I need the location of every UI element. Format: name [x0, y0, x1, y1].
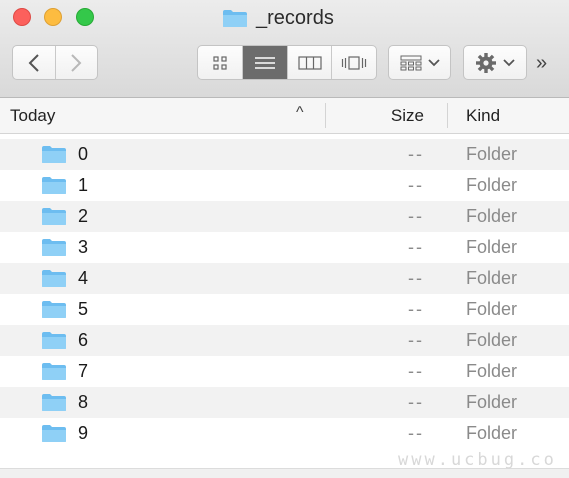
- folder-icon: [42, 394, 66, 411]
- file-kind: Folder: [466, 392, 518, 412]
- file-size: --: [408, 392, 424, 412]
- file-list: 0 -- Folder 1 -- Folder 2 -- Folder 3 -- Folder 4 -- F…: [0, 139, 569, 449]
- file-kind: Folder: [466, 144, 518, 164]
- chevron-left-icon: [28, 53, 39, 72]
- cover-flow-icon: [342, 55, 367, 70]
- finder-window: _records » Today ^ Size Kind 0 -- Folder…: [0, 0, 569, 478]
- action-button[interactable]: [463, 45, 527, 80]
- title-bar: _records »: [0, 0, 569, 98]
- file-kind: Folder: [466, 206, 518, 226]
- file-kind: Folder: [466, 268, 518, 288]
- arrange-button[interactable]: [388, 45, 451, 80]
- file-name: 6: [78, 330, 89, 350]
- file-size: --: [408, 237, 424, 257]
- column-header-kind[interactable]: Kind: [466, 106, 500, 126]
- folder-icon: [42, 177, 66, 194]
- sort-ascending-icon[interactable]: ^: [296, 104, 304, 122]
- folder-icon: [42, 146, 66, 163]
- file-name: 1: [78, 175, 89, 195]
- column-view-button[interactable]: [286, 46, 332, 79]
- list-view-icon: [255, 56, 276, 69]
- zoom-window-button[interactable]: [76, 8, 94, 26]
- column-header: Today ^ Size Kind: [0, 98, 569, 134]
- list-view-button[interactable]: [242, 46, 287, 79]
- file-size: --: [408, 330, 424, 350]
- column-header-name[interactable]: Today: [10, 106, 55, 126]
- column-header-size[interactable]: Size: [330, 106, 424, 126]
- file-size: --: [408, 268, 424, 288]
- window-title-text: _records: [256, 6, 334, 29]
- file-name: 5: [78, 299, 89, 319]
- folder-icon: [223, 9, 247, 27]
- file-row[interactable]: 8 -- Folder: [0, 387, 569, 418]
- file-size: --: [408, 144, 424, 164]
- forward-button[interactable]: [54, 46, 98, 79]
- file-name: 9: [78, 423, 89, 443]
- folder-icon: [42, 363, 66, 380]
- folder-icon: [42, 425, 66, 442]
- folder-icon: [42, 239, 66, 256]
- close-window-button[interactable]: [13, 8, 31, 26]
- file-row[interactable]: 4 -- Folder: [0, 263, 569, 294]
- folder-icon: [42, 332, 66, 349]
- folder-icon: [42, 208, 66, 225]
- file-name: 4: [78, 268, 89, 288]
- navigation-buttons: [12, 45, 98, 80]
- back-button[interactable]: [13, 46, 55, 79]
- file-row[interactable]: 6 -- Folder: [0, 325, 569, 356]
- arrange-grid-icon: [400, 55, 421, 70]
- view-mode-selector: [197, 45, 377, 80]
- gear-icon: [476, 52, 496, 73]
- column-divider[interactable]: [325, 103, 326, 128]
- file-kind: Folder: [466, 361, 518, 381]
- file-name: 3: [78, 237, 89, 257]
- file-size: --: [408, 206, 424, 226]
- file-size: --: [408, 175, 424, 195]
- folder-icon: [42, 301, 66, 318]
- minimize-window-button[interactable]: [44, 8, 62, 26]
- file-row[interactable]: 1 -- Folder: [0, 170, 569, 201]
- file-row[interactable]: 9 -- Folder: [0, 418, 569, 449]
- column-divider[interactable]: [447, 103, 448, 128]
- file-size: --: [408, 361, 424, 381]
- column-view-icon: [298, 55, 322, 70]
- icon-view-button[interactable]: [198, 46, 242, 79]
- file-name: 8: [78, 392, 89, 412]
- chevron-down-icon: [427, 58, 440, 66]
- cover-flow-view-button[interactable]: [331, 46, 376, 79]
- folder-icon: [42, 270, 66, 287]
- chevron-right-icon: [71, 53, 82, 72]
- file-name: 2: [78, 206, 89, 226]
- file-kind: Folder: [466, 175, 518, 195]
- icon-view-icon: [213, 55, 227, 70]
- file-row[interactable]: 0 -- Folder: [0, 139, 569, 170]
- toolbar-overflow-button[interactable]: »: [536, 52, 547, 75]
- file-row[interactable]: 3 -- Folder: [0, 232, 569, 263]
- file-row[interactable]: 7 -- Folder: [0, 356, 569, 387]
- file-name: 0: [78, 144, 89, 164]
- file-size: --: [408, 299, 424, 319]
- file-kind: Folder: [466, 330, 518, 350]
- file-kind: Folder: [466, 423, 518, 443]
- file-size: --: [408, 423, 424, 443]
- file-name: 7: [78, 361, 89, 381]
- file-row[interactable]: 2 -- Folder: [0, 201, 569, 232]
- file-kind: Folder: [466, 237, 518, 257]
- chevron-down-icon: [503, 58, 515, 66]
- file-kind: Folder: [466, 299, 518, 319]
- watermark: www.ucbug.co: [398, 450, 557, 470]
- window-title: _records: [222, 6, 334, 30]
- file-row[interactable]: 5 -- Folder: [0, 294, 569, 325]
